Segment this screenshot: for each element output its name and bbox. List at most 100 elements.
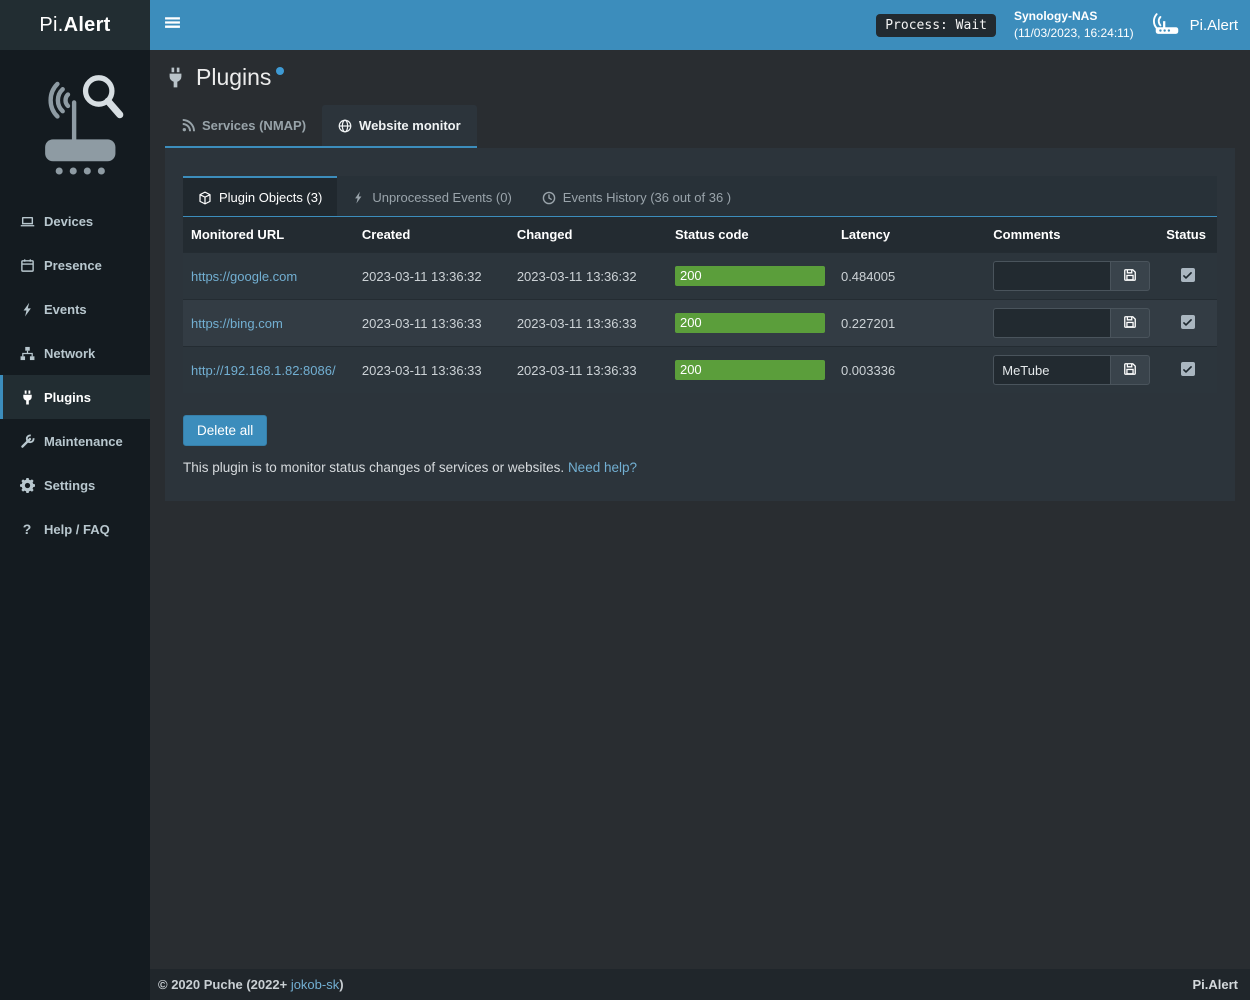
sidebar-item-label: Plugins [44, 390, 91, 405]
tab-label: Services (NMAP) [202, 118, 306, 133]
created-cell: 2023-03-11 13:36:32 [354, 253, 509, 300]
gear-icon [19, 477, 35, 493]
status-checkbox[interactable] [1181, 362, 1195, 376]
check-icon [1182, 317, 1193, 328]
content-area: Plugins Services (NMAP) Website monitor [150, 50, 1250, 969]
col-header-created: Created [354, 217, 509, 253]
sidebar-item-label: Network [44, 346, 95, 361]
plug-icon [165, 67, 186, 88]
navbar-right: Process: Wait Synology-NAS (11/03/2023, … [876, 8, 1250, 42]
latency-cell: 0.484005 [833, 253, 985, 300]
brand-prefix: Pi. [39, 14, 63, 37]
laptop-icon [19, 213, 35, 229]
table-row: https://google.com 2023-03-11 13:36:32 2… [183, 253, 1217, 300]
col-header-status: Status [1158, 217, 1217, 253]
plugin-description-text: This plugin is to monitor status changes… [183, 460, 564, 475]
wrench-icon [19, 433, 35, 449]
device-timestamp: (11/03/2023, 16:24:11) [1014, 25, 1134, 42]
latency-cell: 0.227201 [833, 300, 985, 347]
header-app-name: Pi.Alert [1190, 17, 1238, 34]
status-code-bar: 200 [675, 360, 825, 380]
latency-cell: 0.003336 [833, 347, 985, 394]
sidebar-item-network[interactable]: Network [0, 331, 150, 375]
sidebar-item-label: Devices [44, 214, 93, 229]
status-code-bar: 200 [675, 266, 825, 286]
process-status-badge: Process: Wait [876, 14, 996, 37]
tab-label: Website monitor [359, 118, 461, 133]
check-icon [1182, 270, 1193, 281]
rss-icon [181, 119, 195, 133]
sidebar-item-label: Maintenance [44, 434, 123, 449]
tab-events-history[interactable]: Events History (36 out of 36 ) [527, 176, 746, 216]
delete-all-button[interactable]: Delete all [183, 415, 267, 446]
sidebar-menu: Devices Presence Events Network [0, 199, 150, 551]
tab-unprocessed-events[interactable]: Unprocessed Events (0) [337, 176, 526, 216]
status-checkbox[interactable] [1181, 315, 1195, 329]
monitored-url-link[interactable]: https://google.com [191, 269, 297, 284]
sidebar-toggle-button[interactable] [150, 0, 195, 50]
comment-input[interactable] [993, 355, 1110, 385]
device-info: Synology-NAS (11/03/2023, 16:24:11) [1014, 8, 1134, 42]
created-cell: 2023-03-11 13:36:33 [354, 347, 509, 394]
sidebar-item-devices[interactable]: Devices [0, 199, 150, 243]
status-checkbox[interactable] [1181, 268, 1195, 282]
hamburger-icon [164, 14, 181, 36]
comment-group [993, 261, 1150, 291]
changed-cell: 2023-03-11 13:36:33 [509, 300, 667, 347]
monitored-url-link[interactable]: https://bing.com [191, 316, 283, 331]
comment-input[interactable] [993, 261, 1110, 291]
footer-copyright: © 2020 Puche (2022+ jokob-sk) [158, 977, 344, 992]
footer-copyright-close: ) [339, 977, 343, 992]
website-monitor-panel: Plugin Objects (3) Unprocessed Events (0… [165, 148, 1235, 501]
bolt-icon [352, 191, 365, 204]
sidebar-item-label: Presence [44, 258, 102, 273]
sidebar-item-help-faq[interactable]: ? Help / FAQ [0, 507, 150, 551]
plugin-inner-tabs: Plugin Objects (3) Unprocessed Events (0… [183, 176, 1217, 217]
sidebar-item-presence[interactable]: Presence [0, 243, 150, 287]
bolt-icon [19, 301, 35, 317]
app-logo[interactable]: Pi.Alert [0, 0, 150, 50]
sidebar-item-plugins[interactable]: Plugins [0, 375, 150, 419]
clock-icon [542, 191, 556, 205]
router-search-logo-icon [22, 62, 128, 183]
sidebar-item-label: Events [44, 302, 87, 317]
footer: © 2020 Puche (2022+ jokob-sk) Pi.Alert [150, 969, 1250, 1000]
tab-plugin-objects[interactable]: Plugin Objects (3) [183, 176, 337, 216]
created-cell: 2023-03-11 13:36:33 [354, 300, 509, 347]
save-comment-button[interactable] [1110, 261, 1150, 291]
monitored-url-link[interactable]: http://192.168.1.82:8086/ [191, 363, 336, 378]
page-title: Plugins [165, 64, 1235, 91]
sidebar-item-events[interactable]: Events [0, 287, 150, 331]
comment-input[interactable] [993, 308, 1110, 338]
question-icon: ? [19, 521, 35, 537]
sidebar-item-maintenance[interactable]: Maintenance [0, 419, 150, 463]
calendar-icon [19, 257, 35, 273]
sidebar-item-label: Help / FAQ [44, 522, 110, 537]
save-icon [1123, 268, 1137, 285]
save-comment-button[interactable] [1110, 308, 1150, 338]
header-brand-link[interactable]: Pi.Alert [1152, 11, 1238, 40]
plugin-description: This plugin is to monitor status changes… [183, 460, 1217, 475]
tab-label: Plugin Objects (3) [219, 190, 322, 205]
jokob-sk-link[interactable]: jokob-sk [291, 977, 339, 992]
col-header-status-code: Status code [667, 217, 833, 253]
sidebar-item-settings[interactable]: Settings [0, 463, 150, 507]
device-name: Synology-NAS [1014, 8, 1134, 25]
need-help-link[interactable]: Need help? [568, 460, 637, 475]
sitemap-icon [19, 345, 35, 361]
footer-copyright-text: © 2020 Puche (2022+ [158, 977, 291, 992]
plugin-tabs: Services (NMAP) Website monitor [165, 105, 477, 148]
title-info-badge[interactable] [276, 67, 284, 75]
table-header-row: Monitored URL Created Changed Status cod… [183, 217, 1217, 253]
sidebar-item-label: Settings [44, 478, 95, 493]
tab-website-monitor[interactable]: Website monitor [322, 105, 477, 146]
check-icon [1182, 364, 1193, 375]
top-navbar: Process: Wait Synology-NAS (11/03/2023, … [150, 0, 1250, 50]
tab-label: Unprocessed Events (0) [372, 190, 511, 205]
save-comment-button[interactable] [1110, 355, 1150, 385]
col-header-monitored-url: Monitored URL [183, 217, 354, 253]
plugin-objects-table: Monitored URL Created Changed Status cod… [183, 217, 1217, 393]
tab-services-nmap[interactable]: Services (NMAP) [165, 105, 322, 146]
tab-label: Events History (36 out of 36 ) [563, 190, 731, 205]
sidebar-logo [0, 50, 150, 191]
